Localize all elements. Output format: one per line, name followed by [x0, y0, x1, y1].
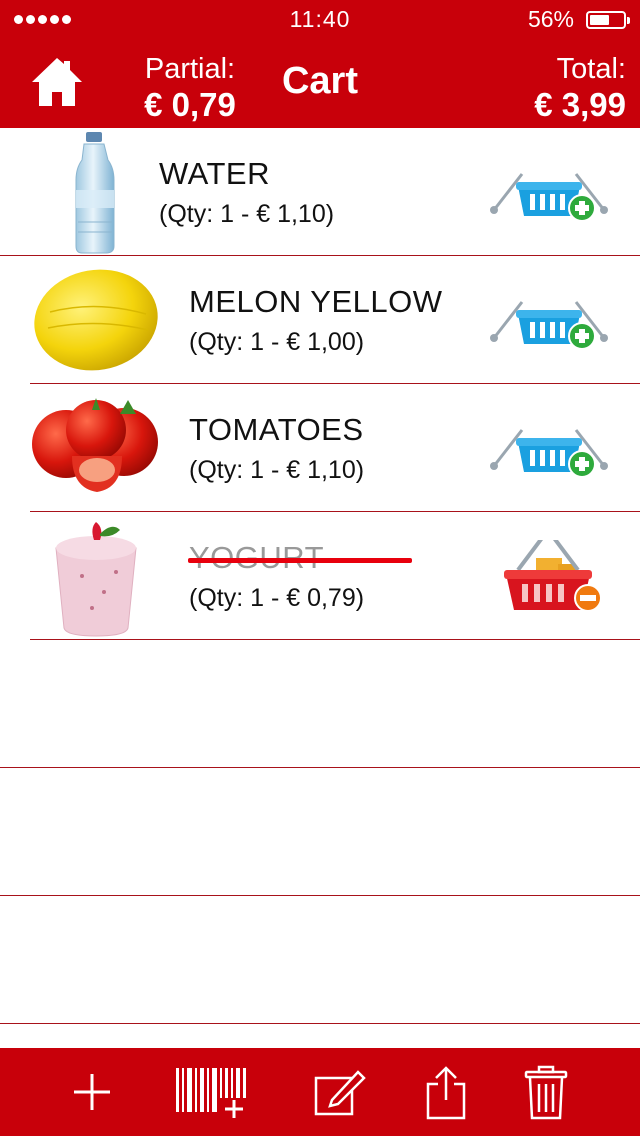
- barcode-add-button[interactable]: [174, 1064, 254, 1120]
- total-label: Total:: [556, 53, 626, 85]
- basket-remove-icon[interactable]: [488, 540, 610, 612]
- share-icon: [426, 1066, 466, 1120]
- battery-percent: 56%: [527, 6, 574, 32]
- navigation-bar: Partial: € 0,79 Cart Total: € 3,99: [0, 40, 640, 128]
- edit-button[interactable]: [310, 1064, 366, 1120]
- battery-icon: [586, 11, 630, 29]
- share-button[interactable]: [418, 1064, 474, 1120]
- list-item[interactable]: MELON YELLOW (Qty: 1 - € 1,00): [30, 256, 640, 384]
- cart-list: WATER (Qty: 1 - € 1,10) MELON YELLOW (Qt…: [0, 128, 640, 1024]
- trash-icon: [524, 1065, 568, 1120]
- top-bar: 11:40 56% Partial: € 0,79 Cart Total: € …: [0, 0, 640, 128]
- bottom-toolbar: [0, 1048, 640, 1136]
- empty-row: [0, 640, 640, 768]
- barcode-add-icon: [176, 1068, 246, 1118]
- basket-add-icon[interactable]: [488, 284, 610, 356]
- list-item[interactable]: TOMATOES (Qty: 1 - € 1,10): [30, 384, 640, 512]
- empty-row: [0, 768, 640, 896]
- add-item-button[interactable]: [64, 1064, 120, 1120]
- water-bottle-icon: [75, 132, 115, 254]
- list-item[interactable]: WATER (Qty: 1 - € 1,10): [0, 128, 640, 256]
- item-detail: (Qty: 1 - € 0,79): [189, 584, 365, 612]
- status-bar: 11:40 56%: [0, 0, 640, 40]
- add-icon: [74, 1074, 110, 1110]
- edit-icon: [314, 1070, 366, 1116]
- item-name: TOMATOES: [189, 412, 364, 447]
- item-detail: (Qty: 1 - € 1,10): [189, 456, 365, 484]
- list-item[interactable]: YOGURT (Qty: 1 - € 0,79): [30, 512, 640, 640]
- total-value: € 3,99: [534, 86, 626, 123]
- item-name: MELON YELLOW: [189, 284, 443, 319]
- strawberry-yogurt-icon: [55, 522, 137, 637]
- item-detail: (Qty: 1 - € 1,10): [159, 200, 335, 228]
- delete-button[interactable]: [518, 1064, 574, 1120]
- basket-add-icon[interactable]: [488, 156, 610, 228]
- empty-row: [0, 896, 640, 1024]
- basket-add-icon[interactable]: [488, 412, 610, 484]
- tomatoes-icon: [32, 398, 158, 492]
- item-name: WATER: [159, 156, 270, 191]
- strikethrough-line: [188, 558, 412, 563]
- item-detail: (Qty: 1 - € 1,00): [189, 328, 365, 356]
- total-summary: Total: € 3,99: [534, 52, 626, 124]
- yellow-melon-icon: [34, 269, 158, 371]
